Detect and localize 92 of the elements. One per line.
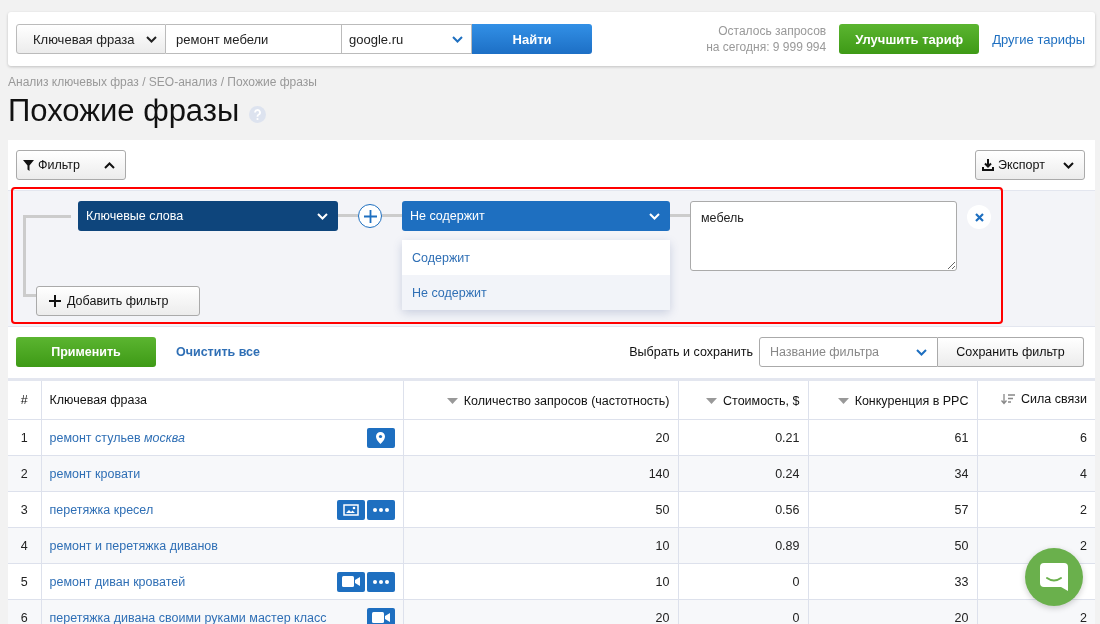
table-cell: 0: [678, 563, 808, 600]
pin-icon: [376, 431, 385, 444]
chevron-icon: [649, 212, 660, 220]
images-button[interactable]: [336, 499, 365, 520]
video-button[interactable]: [366, 607, 395, 624]
keyword-link[interactable]: ремонт кровати: [49, 466, 141, 481]
operator-dropdown[interactable]: Не содержит: [402, 201, 670, 231]
breadcrumb: Анализ ключевых фраз / SEO-анализ / Похожие фразы: [8, 75, 318, 89]
keyword-link[interactable]: ремонт и перетяжка диванов: [49, 538, 218, 553]
plus-icon: [49, 295, 61, 307]
row-number: 2: [8, 455, 41, 492]
row-number: 4: [8, 527, 41, 564]
video-camera-icon: [371, 612, 390, 623]
column-header[interactable]: Количество запросов (частотность): [403, 379, 678, 420]
filter-name-dropdown[interactable]: Название фильтра: [759, 337, 938, 367]
sort-triangle-icon: [837, 397, 849, 404]
table-cell: 50: [808, 527, 977, 564]
more-button[interactable]: [366, 571, 395, 592]
more-icon: [372, 507, 389, 512]
sort-triangle-icon: [446, 397, 458, 404]
filter-toggle-button[interactable]: Фильтр: [16, 150, 126, 180]
keyword-link[interactable]: ремонт стульев москва: [49, 430, 185, 445]
apply-button[interactable]: Применить: [16, 337, 156, 367]
upgrade-button[interactable]: Улучшить тариф: [839, 24, 980, 54]
column-header: Ключевая фраза: [41, 379, 403, 420]
chevron-icon: [146, 35, 157, 43]
table-cell: 140: [403, 455, 678, 492]
chevron-icon: [104, 161, 115, 169]
video-button[interactable]: [336, 571, 365, 592]
row-number: 1: [8, 419, 41, 456]
column-header[interactable]: Конкуренция в PPC: [808, 379, 977, 420]
chevron-icon: [317, 212, 328, 220]
column-header: #: [8, 379, 41, 420]
close-button[interactable]: [967, 205, 991, 229]
row-number: 5: [8, 563, 41, 600]
filter-icon: [23, 159, 34, 171]
chat-icon: [1040, 563, 1068, 591]
other-plans-link[interactable]: Другие тарифы: [992, 31, 1085, 47]
download-icon: [982, 159, 994, 171]
page-title: Похожие фразы: [8, 93, 240, 129]
add-filter-button[interactable]: Добавить фильтр: [36, 286, 200, 316]
location-button[interactable]: [366, 427, 395, 448]
table-cell: 20: [808, 599, 977, 624]
search-button[interactable]: Найти: [472, 24, 592, 54]
quota-text: Осталось запросов: [717, 23, 827, 39]
column-header[interactable]: Стоимость, $: [678, 379, 808, 420]
sort-descending-icon: [1001, 393, 1016, 405]
table-cell: 0.24: [678, 455, 808, 492]
keyword-link[interactable]: перетяжка кресел: [49, 502, 154, 517]
plus-icon: [363, 209, 377, 223]
save-label: Выбрать и сохранить: [629, 344, 753, 361]
table-cell: 50: [403, 491, 678, 528]
chevron-icon: [1063, 161, 1074, 169]
table-cell: 4: [977, 455, 1095, 492]
chevron-icon: [916, 348, 927, 356]
clear-all-link[interactable]: Очистить все: [176, 337, 260, 367]
dropdown-option[interactable]: Не содержит: [402, 275, 670, 310]
search-mode-dropdown[interactable]: Ключевая фраза: [16, 24, 166, 54]
chevron-icon: [452, 35, 463, 43]
quota-text: на сегодня: 9 999 994: [706, 39, 827, 55]
export-button[interactable]: Экспорт: [975, 150, 1085, 180]
table-cell: 20: [403, 419, 678, 456]
video-camera-icon: [341, 576, 360, 587]
table-cell: 20: [403, 599, 678, 624]
dropdown-option[interactable]: Содержит: [402, 240, 670, 275]
table-cell: 0: [678, 599, 808, 624]
table-cell: 33: [808, 563, 977, 600]
table-cell: 10: [403, 527, 678, 564]
add-condition-button[interactable]: [358, 204, 382, 228]
search-engine-dropdown[interactable]: google.ru: [342, 24, 472, 54]
table-cell: 61: [808, 419, 977, 456]
more-button[interactable]: [366, 499, 395, 520]
connector-line: [670, 214, 690, 217]
table-cell: 0.56: [678, 491, 808, 528]
connector-line: [382, 214, 402, 217]
connector-line: [338, 214, 358, 217]
filter-value-field[interactable]: мебель: [690, 201, 957, 271]
close-icon: [974, 212, 984, 222]
table-cell: 10: [403, 563, 678, 600]
table-cell: 0.21: [678, 419, 808, 456]
keyword-link[interactable]: ремонт диван кроватей: [49, 574, 186, 589]
table-cell: 34: [808, 455, 977, 492]
sort-triangle-icon: [706, 397, 717, 404]
image-icon: [342, 503, 359, 516]
row-number: 6: [8, 599, 41, 624]
row-number: 3: [8, 491, 41, 528]
save-filter-button[interactable]: Сохранить фильтр: [938, 337, 1084, 367]
field-dropdown[interactable]: Ключевые слова: [78, 201, 338, 231]
more-icon: [372, 579, 389, 584]
table-cell: 57: [808, 491, 977, 528]
search-field[interactable]: ремонт мебели: [166, 24, 342, 54]
table-cell: 0.89: [678, 527, 808, 564]
